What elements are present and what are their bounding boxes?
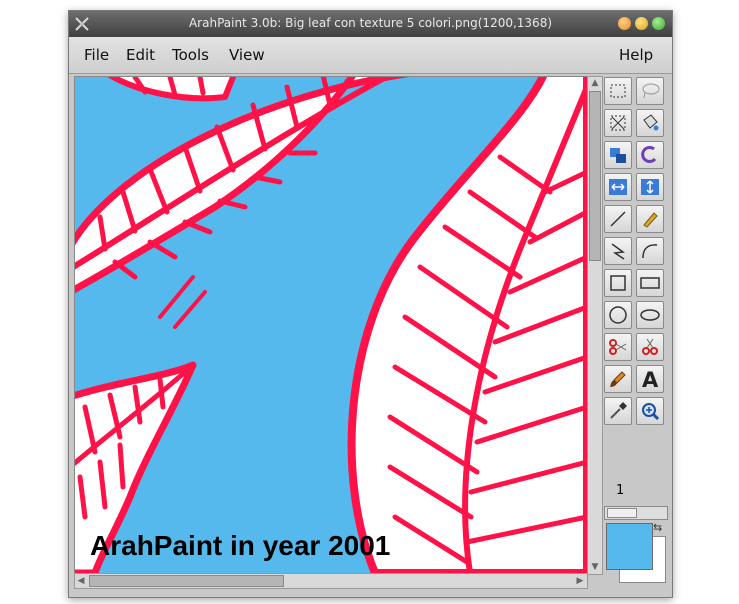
close-button[interactable] xyxy=(652,17,665,30)
square-icon[interactable] xyxy=(604,269,632,297)
maximize-button[interactable] xyxy=(635,17,648,30)
menu-edit[interactable]: Edit xyxy=(126,46,155,64)
rectangle-icon[interactable] xyxy=(636,269,664,297)
scroll-right-arrow-icon[interactable]: ▶ xyxy=(574,575,586,587)
slider-knob[interactable] xyxy=(607,508,637,518)
line-icon[interactable] xyxy=(604,205,632,233)
flip-horizontal-icon[interactable] xyxy=(604,173,632,201)
curve-icon[interactable] xyxy=(636,237,664,265)
title-bar[interactable]: ArahPaint 3.0b: Big leaf con texture 5 c… xyxy=(69,11,672,37)
polyline-icon[interactable] xyxy=(604,237,632,265)
scroll-down-arrow-icon[interactable]: ▼ xyxy=(589,561,601,573)
vertical-scroll-thumb[interactable] xyxy=(589,91,601,261)
pencil-icon[interactable] xyxy=(636,205,664,233)
flip-vertical-icon[interactable] xyxy=(636,173,664,201)
text-icon[interactable]: A xyxy=(636,365,664,393)
svg-text:A: A xyxy=(642,368,659,390)
swap-colors-icon[interactable]: ⇆ xyxy=(653,521,662,534)
menu-tools[interactable]: Tools xyxy=(172,46,209,64)
crop-icon[interactable] xyxy=(604,109,632,137)
rotate-icon[interactable] xyxy=(636,141,664,169)
menu-view[interactable]: View xyxy=(229,46,265,64)
app-window: ArahPaint 3.0b: Big leaf con texture 5 c… xyxy=(68,10,673,598)
brush-size-slider[interactable] xyxy=(604,506,668,520)
paint-bucket-icon[interactable] xyxy=(636,109,664,137)
vertical-scrollbar[interactable]: ▲ ▼ xyxy=(587,76,603,575)
horizontal-scrollbar[interactable]: ◀ ▶ xyxy=(74,573,588,589)
menu-file[interactable]: File xyxy=(84,46,109,64)
leaf-top-left xyxy=(75,77,410,294)
minimize-button[interactable] xyxy=(618,17,631,30)
leaf-right xyxy=(347,77,587,573)
drawing-canvas[interactable] xyxy=(74,76,588,574)
circle-icon[interactable] xyxy=(604,301,632,329)
eyedropper-icon[interactable] xyxy=(604,397,632,425)
menu-help[interactable]: Help xyxy=(619,46,653,64)
copy-scissors-icon[interactable] xyxy=(636,333,664,361)
scroll-left-arrow-icon[interactable]: ◀ xyxy=(75,575,87,587)
transform-icon[interactable] xyxy=(604,141,632,169)
scroll-up-arrow-icon[interactable]: ▲ xyxy=(589,77,601,89)
menu-bar: File Edit Tools View Help xyxy=(69,37,672,74)
leaf-artwork xyxy=(75,77,587,573)
zoom-icon[interactable] xyxy=(636,397,664,425)
rect-select-icon[interactable] xyxy=(604,77,632,105)
horizontal-scroll-thumb[interactable] xyxy=(89,575,284,587)
brush-icon[interactable] xyxy=(604,365,632,393)
cut-scissors-icon[interactable] xyxy=(604,333,632,361)
lasso-select-icon[interactable] xyxy=(636,77,664,105)
foreground-color-swatch[interactable] xyxy=(606,523,653,570)
ellipse-icon[interactable] xyxy=(636,301,664,329)
brush-size-value: 1 xyxy=(616,483,625,498)
window-title: ArahPaint 3.0b: Big leaf con texture 5 c… xyxy=(188,16,553,30)
caption: ArahPaint in year 2001 xyxy=(90,530,391,561)
